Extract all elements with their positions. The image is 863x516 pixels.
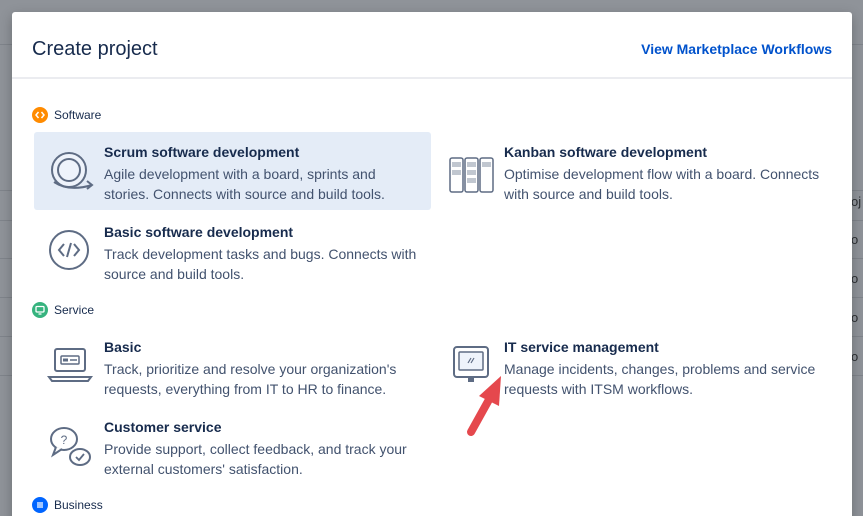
template-description: Track development tasks and bugs. Connec… <box>104 246 417 282</box>
section-label: Business <box>54 498 103 512</box>
template-title: IT service management <box>504 339 659 355</box>
background-text: o <box>851 349 859 364</box>
template-card-scrum[interactable]: Scrum software development Agile develop… <box>34 132 431 210</box>
annotation-arrow-icon <box>467 376 501 436</box>
view-marketplace-workflows-link[interactable]: View Marketplace Workflows <box>641 41 832 57</box>
background-text: o <box>851 271 859 286</box>
template-card-customer-service[interactable]: ? Customer service Provide support, coll… <box>34 407 431 485</box>
template-title: Customer service <box>104 419 222 435</box>
template-title: Scrum software development <box>104 144 300 160</box>
template-description: Optimise development flow with a board. … <box>504 166 820 202</box>
template-card-kanban[interactable]: Kanban software development Optimise dev… <box>434 132 831 210</box>
section-label: Service <box>54 303 95 317</box>
template-description: Manage incidents, changes, problems and … <box>504 361 816 397</box>
laptop-icon <box>42 337 98 393</box>
background-text: o <box>851 232 859 247</box>
dialog-title: Create project <box>32 38 158 60</box>
template-title: Basic software development <box>104 224 294 240</box>
section-service: Service <box>32 301 94 319</box>
list-icon <box>32 497 48 513</box>
code-icon <box>32 107 48 123</box>
dialog-header: Create project View Marketplace Workflow… <box>12 12 852 79</box>
section-label: Software <box>54 108 102 122</box>
template-card-basic-service[interactable]: Basic Track, prioritize and resolve your… <box>34 327 431 405</box>
kanban-board-icon <box>442 142 498 198</box>
template-description: Track, prioritize and resolve your organ… <box>104 361 397 397</box>
template-description: Agile development with a board, sprints … <box>104 166 385 202</box>
scrum-cycle-icon <box>42 142 98 198</box>
background-text: o <box>851 310 859 325</box>
section-software: Software <box>32 106 101 124</box>
create-project-dialog: Create project View Marketplace Workflow… <box>12 12 852 516</box>
template-title: Basic <box>104 339 142 355</box>
background-text: oj <box>851 194 862 209</box>
chat-bubbles-icon: ? <box>42 417 98 473</box>
monitor-icon <box>32 302 48 318</box>
svg-text:?: ? <box>61 433 68 447</box>
template-card-basic-software[interactable]: Basic software development Track develop… <box>34 212 431 290</box>
code-brackets-icon <box>42 222 98 278</box>
template-title: Kanban software development <box>504 144 708 160</box>
section-business: Business <box>32 496 103 514</box>
template-description: Provide support, collect feedback, and t… <box>104 441 407 477</box>
